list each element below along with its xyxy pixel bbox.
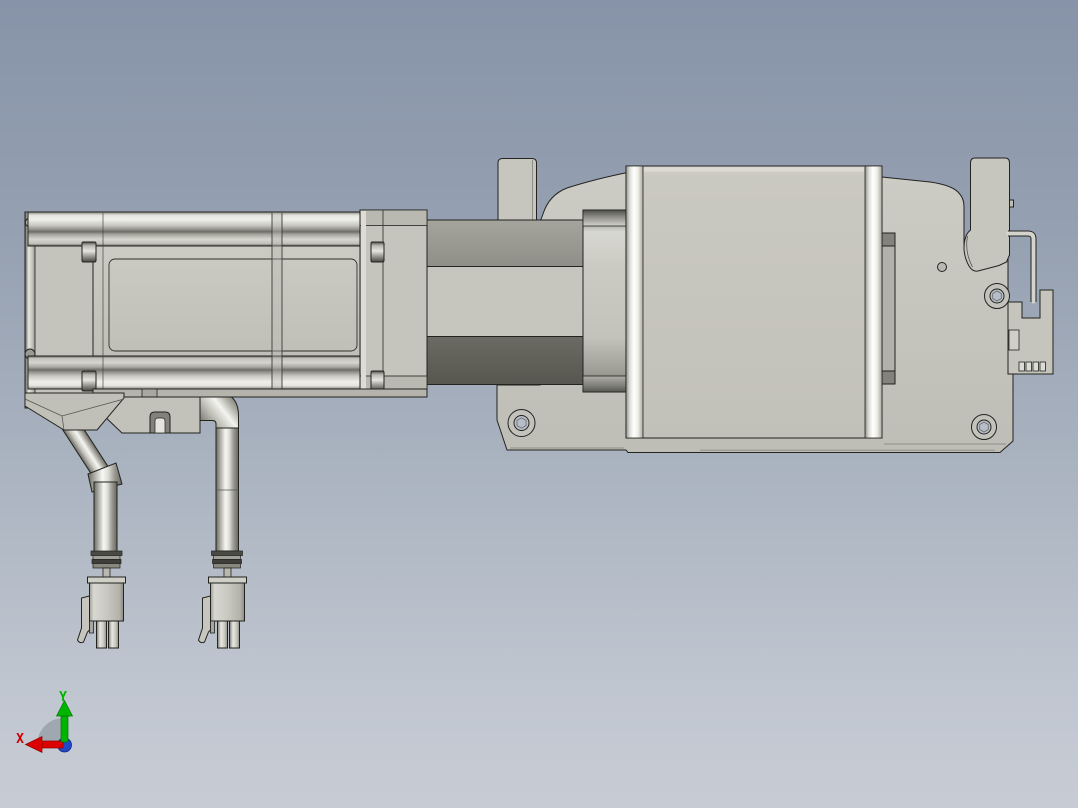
coupling-tube-flange [582,209,627,393]
linear-rail [881,232,896,385]
connector-latch [197,595,211,644]
motor-boss [370,370,385,392]
counterbore-hole-upper [984,283,1010,309]
cable-exit-wedge [24,392,125,431]
encoder-cable [196,392,247,649]
flange-edge-highlight [361,211,366,391]
cable-pin [223,567,232,578]
bracket-slot-inner [154,417,166,434]
rail-nub-bottom [881,370,896,385]
connector-latch [76,595,90,644]
connector-prong [108,620,119,649]
sensor-wire-core [1006,231,1036,304]
coupling-band-dark [426,336,584,385]
cad-canvas[interactable]: X Y [0,0,1078,808]
flange-band-top [359,209,428,226]
carriage-edge-right [864,165,883,439]
pin-hole [937,262,947,272]
end-stop-hook-right [963,157,1010,272]
coupling-band-mid [426,219,584,267]
axis-x-label: X [16,732,24,747]
cable-ferrule [90,550,123,569]
axis-triad-icon: X Y [16,690,74,754]
counterbore-hole-left [507,409,536,437]
motor-body-face [92,245,361,357]
connector-prong [217,620,228,649]
axis-x-shaft [41,740,64,749]
connector-pin-small [89,620,94,634]
cad-viewport[interactable]: X Y [0,0,1078,808]
coupling-band-light [426,266,584,337]
cable-pin [102,567,111,578]
counterbore-hole-right [971,414,997,440]
motor-gearbox-flange [359,209,428,393]
cable-ferrule [211,550,243,569]
cable-connector-right [197,576,247,649]
axis-y-shaft [60,715,69,743]
motor-boss [370,241,385,263]
sensor-wire [1008,230,1037,302]
connector-prong [229,620,240,649]
connector-pin-small [210,620,215,634]
motor-boss [81,370,97,392]
connector-prong [96,620,107,649]
axis-x-head [24,735,43,754]
underside-bar-tab [141,388,158,398]
rail-nub-top [881,232,896,247]
motor-boss [81,241,97,263]
motor-seam-strip [272,213,282,389]
hook-step [1009,199,1014,208]
axis-y-label: Y [59,690,67,705]
carriage-top-highlight [644,167,864,172]
motor-rail-bottom [27,355,361,390]
motor-rail-top [27,211,361,247]
motor-cable [53,406,126,649]
carriage-edge-left [625,165,644,439]
slider-carriage [625,165,883,439]
sensor-bracket-tab [1008,329,1020,351]
tube-flange-cap-top [582,209,627,227]
end-stop-tab-left [497,158,537,222]
cable-connector-left [76,576,126,649]
tube-flange-cap-bottom [582,375,627,393]
